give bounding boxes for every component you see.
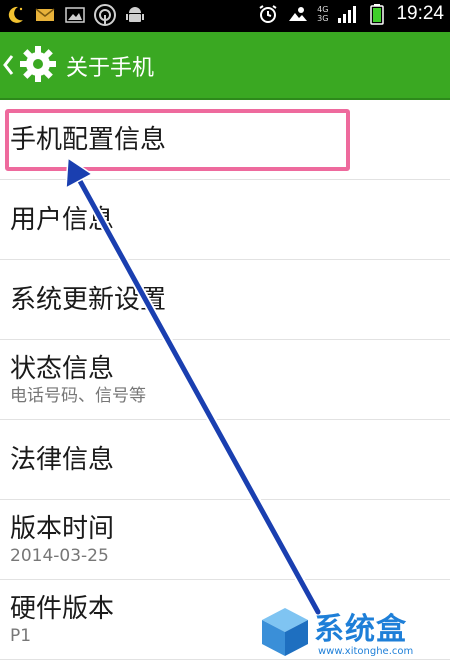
list-item-title: 用户信息 [10, 204, 115, 235]
list-item-system-update[interactable]: 系统更新设置 [0, 260, 450, 340]
list-item-subtitle: 2014-03-25 [10, 545, 109, 566]
list-item-title: 状态信息 [10, 353, 115, 384]
moon-icon [8, 6, 23, 23]
list-item-subtitle: 电话号码、信号等 [10, 385, 146, 406]
list-item-legal-info[interactable]: 法律信息 [0, 420, 450, 500]
back-chevron-icon[interactable] [2, 54, 14, 76]
image-icon [65, 7, 85, 23]
status-bar-notifications [4, 4, 146, 26]
settings-list: 手机配置信息 用户信息 系统更新设置 状态信息 电话号码、信号等 法律信息 版本… [0, 100, 450, 660]
clock: 19:24 [396, 3, 444, 24]
highlight-box [5, 109, 350, 171]
weather-icon [289, 7, 308, 21]
watermark: 系统盒 www.xitonghe.com [258, 600, 448, 664]
page-title: 关于手机 [66, 56, 155, 81]
wifi-icon [94, 4, 116, 26]
status-bar: 4G 3G 19:24 [0, 0, 450, 32]
network-top-label: 4G [317, 5, 329, 14]
alarm-icon [259, 5, 277, 23]
list-item-user-info[interactable]: 用户信息 [0, 180, 450, 260]
network-bottom-label: 3G [317, 14, 329, 23]
watermark-brand: 系统盒 [314, 612, 407, 647]
list-item-title: 法律信息 [10, 444, 115, 475]
list-item-status-info[interactable]: 状态信息 电话号码、信号等 [0, 340, 450, 420]
cube-logo-icon [262, 608, 308, 656]
action-bar: 关于手机 [0, 32, 450, 100]
status-bar-system: 4G 3G 19:24 [257, 3, 444, 25]
android-icon [126, 7, 144, 22]
list-item-version-time[interactable]: 版本时间 2014-03-25 [0, 500, 450, 580]
gear-icon [20, 46, 56, 82]
list-item-title: 系统更新设置 [10, 284, 167, 315]
mail-icon [35, 8, 55, 21]
network-type: 4G 3G [317, 5, 328, 23]
signal-icon [338, 6, 357, 23]
battery-icon [370, 4, 385, 25]
watermark-url: www.xitonghe.com [318, 646, 414, 657]
list-item-title: 版本时间 [10, 513, 115, 544]
